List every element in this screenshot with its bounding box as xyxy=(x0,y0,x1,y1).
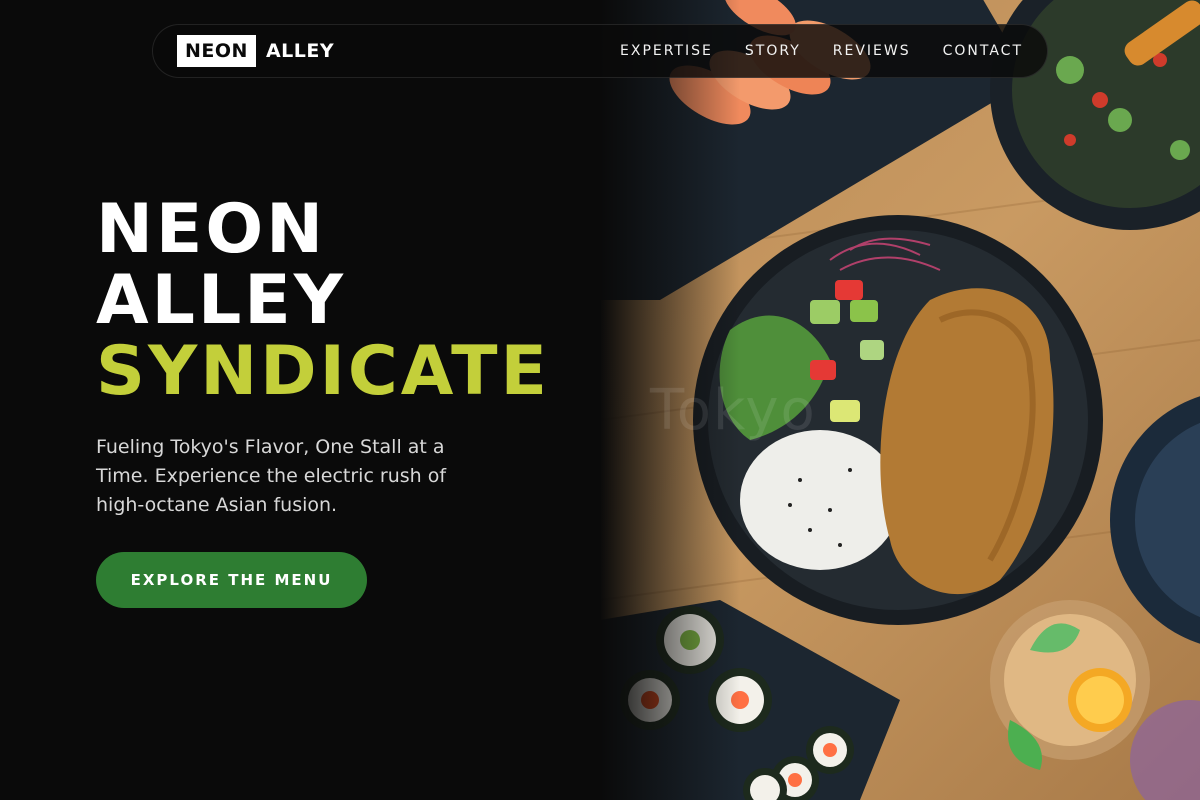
nav-link-story[interactable]: STORY xyxy=(745,43,801,59)
hero-title-line-1: NEON xyxy=(96,190,327,269)
hero-title: NEON ALLEY SYNDICATE xyxy=(96,194,596,407)
nav-link-contact[interactable]: CONTACT xyxy=(943,43,1023,59)
hero-subtitle: Fueling Tokyo's Flavor, One Stall at a T… xyxy=(96,436,447,516)
explore-menu-button[interactable]: EXPLORE THE MENU xyxy=(96,552,367,608)
nav-link-expertise[interactable]: EXPERTISE xyxy=(620,43,713,59)
nav-links: EXPERTISE STORY REVIEWS CONTACT xyxy=(620,43,1023,59)
hero-food-photo: Tokyo xyxy=(600,0,1200,800)
photo-watermark: Tokyo xyxy=(650,378,817,443)
brand-logo[interactable]: NEON ALLEY xyxy=(177,35,334,67)
logo-box: NEON xyxy=(177,35,256,67)
hero-title-line-2: ALLEY xyxy=(96,261,346,340)
hero-section: NEON ALLEY SYNDICATE Fueling Tokyo's Fla… xyxy=(96,194,596,608)
hero-title-line-3: SYNDICATE xyxy=(96,332,550,411)
nav-link-reviews[interactable]: REVIEWS xyxy=(833,43,911,59)
logo-text: ALLEY xyxy=(265,40,335,62)
top-nav: NEON ALLEY EXPERTISE STORY REVIEWS CONTA… xyxy=(152,24,1048,78)
